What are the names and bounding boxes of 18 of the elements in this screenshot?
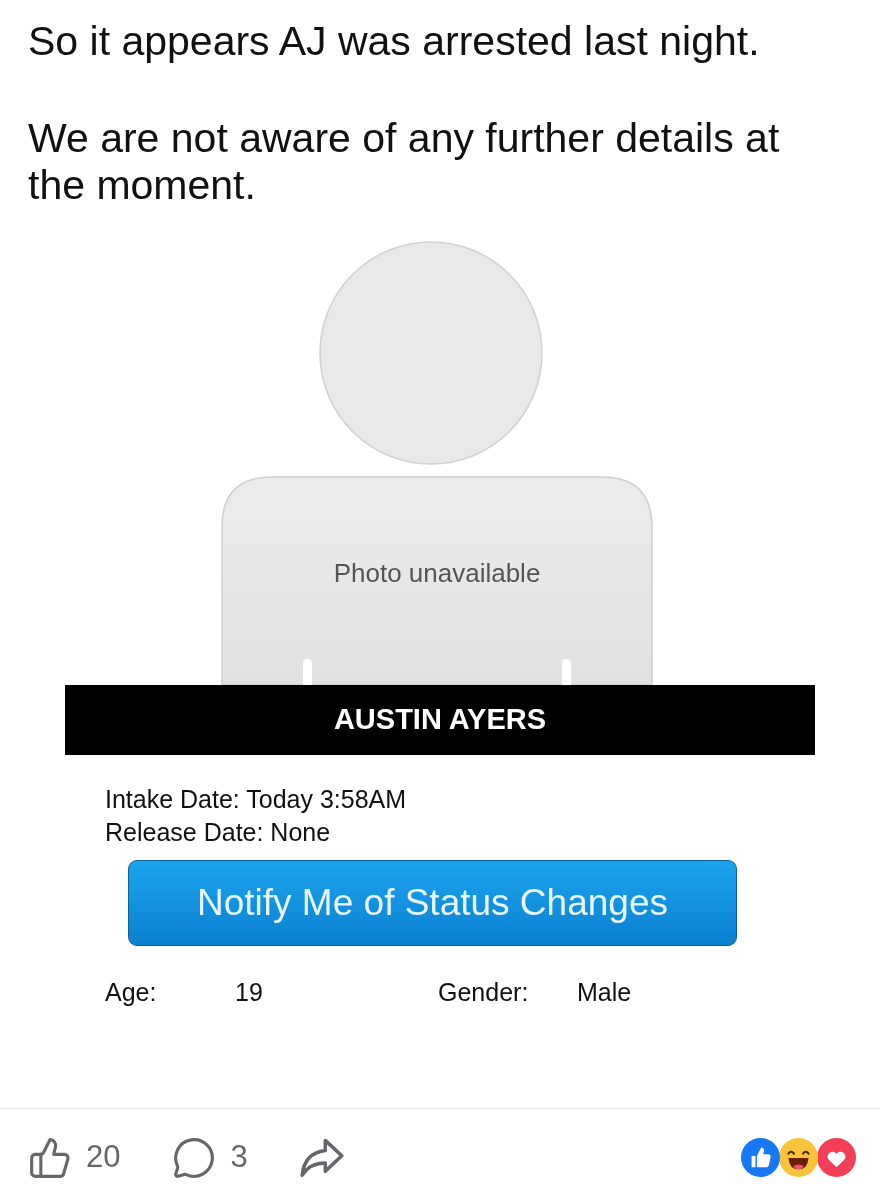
field-label: Age:	[105, 977, 157, 1008]
laughing-face-icon	[779, 1138, 818, 1177]
heart-badge-icon	[817, 1138, 856, 1177]
like-action-button[interactable]: 20	[28, 1134, 121, 1181]
field-label: Gender:	[438, 977, 529, 1008]
photo-caption: Photo unavailable	[332, 557, 542, 589]
record-date-line: Intake Date: Today 3:58AM	[105, 784, 408, 815]
notify-button[interactable]: Notify Me of Status Changes	[128, 860, 737, 946]
comment-action-button[interactable]: 3	[172, 1134, 248, 1181]
record-date-line: Release Date: None	[105, 817, 332, 848]
field-value: 19	[235, 977, 263, 1008]
thumbs-up-badge-icon	[741, 1138, 780, 1177]
thumbs-up-icon	[28, 1135, 72, 1180]
speech-bubble-icon	[172, 1135, 217, 1180]
post-text: So it appears AJ was arrested last night.	[28, 18, 761, 65]
post-text: We are not aware of any further details at the moment.	[28, 115, 781, 209]
field-value: Male	[577, 977, 632, 1008]
inmate-name: AUSTIN AYERS	[333, 702, 547, 738]
